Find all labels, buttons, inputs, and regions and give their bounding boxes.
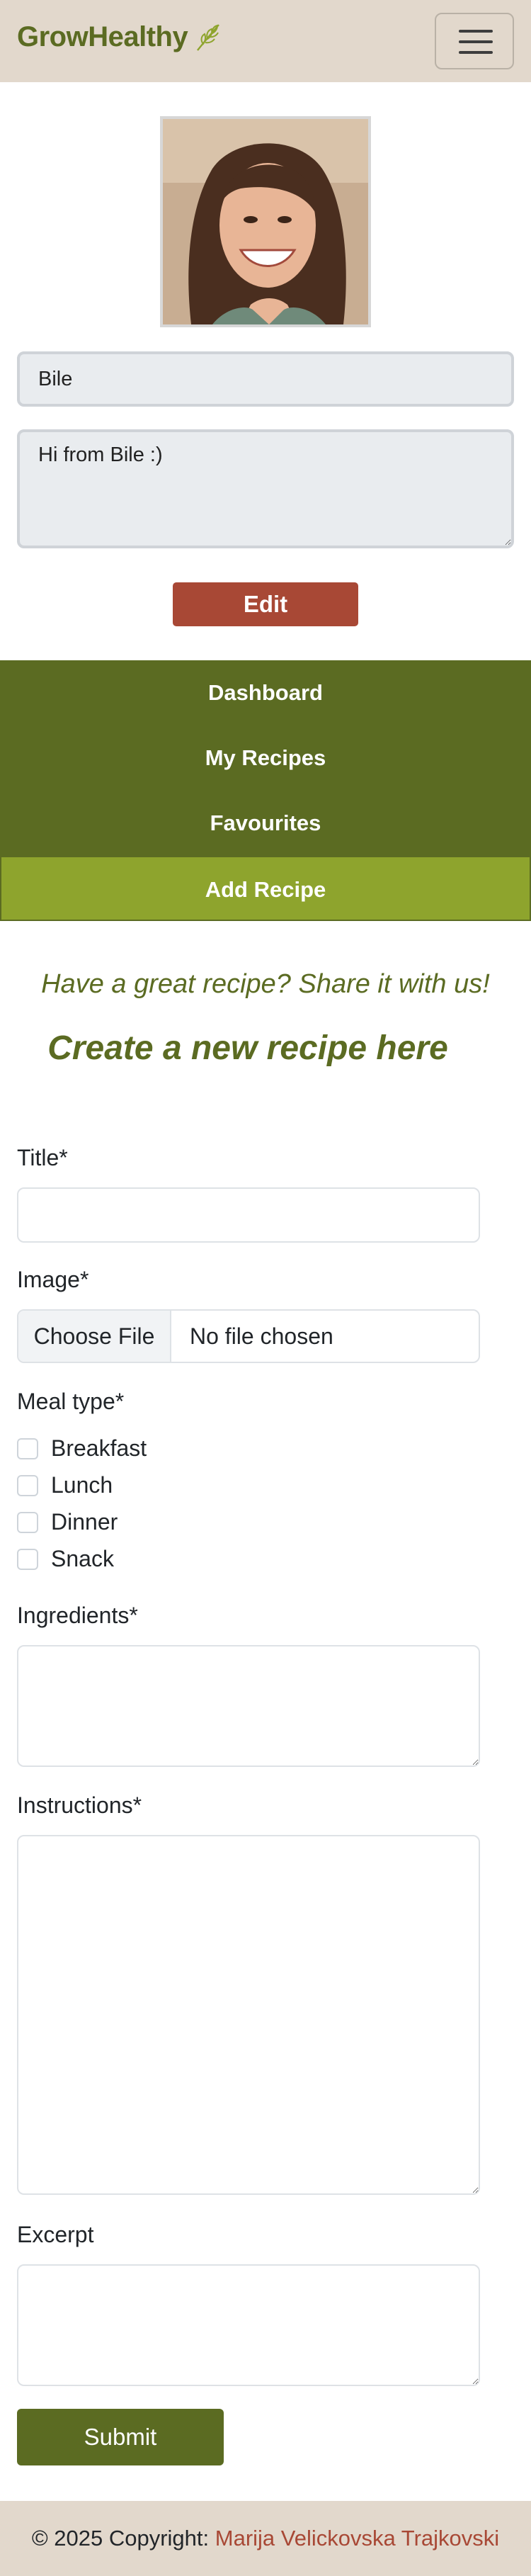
lunch-checkbox[interactable] [17, 1474, 38, 1496]
brand-name: GrowHealthy [17, 21, 188, 52]
breakfast-label: Breakfast [51, 1435, 147, 1461]
meal-type-snack[interactable]: Snack [17, 1546, 114, 1572]
dinner-checkbox[interactable] [17, 1511, 38, 1533]
title-label: Title* [17, 1145, 68, 1170]
excerpt-field[interactable] [17, 2264, 480, 2386]
meal-type-dinner[interactable]: Dinner [17, 1509, 118, 1535]
author-link[interactable]: Marija Velickovska Trajkovski [215, 2526, 499, 2550]
edit-profile-button[interactable]: Edit [173, 582, 358, 626]
instructions-label: Instructions* [17, 1792, 142, 1818]
form-heading: Create a new recipe here [47, 1029, 448, 1067]
copyright-text: © 2025 Copyright: [31, 2526, 215, 2550]
ingredients-field[interactable] [17, 1645, 480, 1767]
nav-item-favourites[interactable]: Favourites [0, 791, 531, 856]
nav-item-my-recipes[interactable]: My Recipes [0, 725, 531, 791]
breakfast-checkbox[interactable] [17, 1437, 38, 1459]
profile-name-field[interactable] [17, 351, 514, 407]
ingredients-label: Ingredients* [17, 1603, 138, 1628]
choose-file-button[interactable]: Choose File [18, 1311, 171, 1362]
meal-type-breakfast[interactable]: Breakfast [17, 1435, 147, 1462]
meal-type-label: Meal type* [17, 1389, 125, 1414]
navbar: GrowHealthy [0, 0, 531, 82]
instructions-field[interactable] [17, 1835, 480, 2195]
excerpt-label: Excerpt [17, 2222, 94, 2247]
profile-photo [160, 116, 371, 327]
leaf-icon [197, 23, 220, 51]
footer: © 2025 Copyright: Marija Velickovska Tra… [0, 2501, 531, 2576]
meal-type-lunch[interactable]: Lunch [17, 1472, 113, 1498]
profile-bio-field[interactable]: Hi from Bile :) [17, 429, 514, 548]
nav-item-dashboard[interactable]: Dashboard [0, 660, 531, 725]
snack-checkbox[interactable] [17, 1548, 38, 1570]
lunch-label: Lunch [51, 1472, 113, 1498]
form-tagline: Have a great recipe? Share it with us! [41, 969, 490, 999]
navbar-toggle-button[interactable] [435, 13, 514, 69]
dinner-label: Dinner [51, 1509, 118, 1535]
snack-label: Snack [51, 1546, 114, 1571]
title-field[interactable] [17, 1187, 480, 1243]
submit-recipe-button[interactable]: Submit [17, 2409, 224, 2465]
image-label: Image* [17, 1267, 89, 1292]
dashboard-nav: Dashboard My Recipes Favourites Add Reci… [0, 660, 531, 921]
image-file-input[interactable]: Choose File No file chosen [17, 1309, 480, 1363]
file-status: No file chosen [190, 1323, 333, 1349]
brand-link[interactable]: GrowHealthy [17, 21, 223, 53]
nav-item-add-recipe[interactable]: Add Recipe [0, 856, 531, 921]
